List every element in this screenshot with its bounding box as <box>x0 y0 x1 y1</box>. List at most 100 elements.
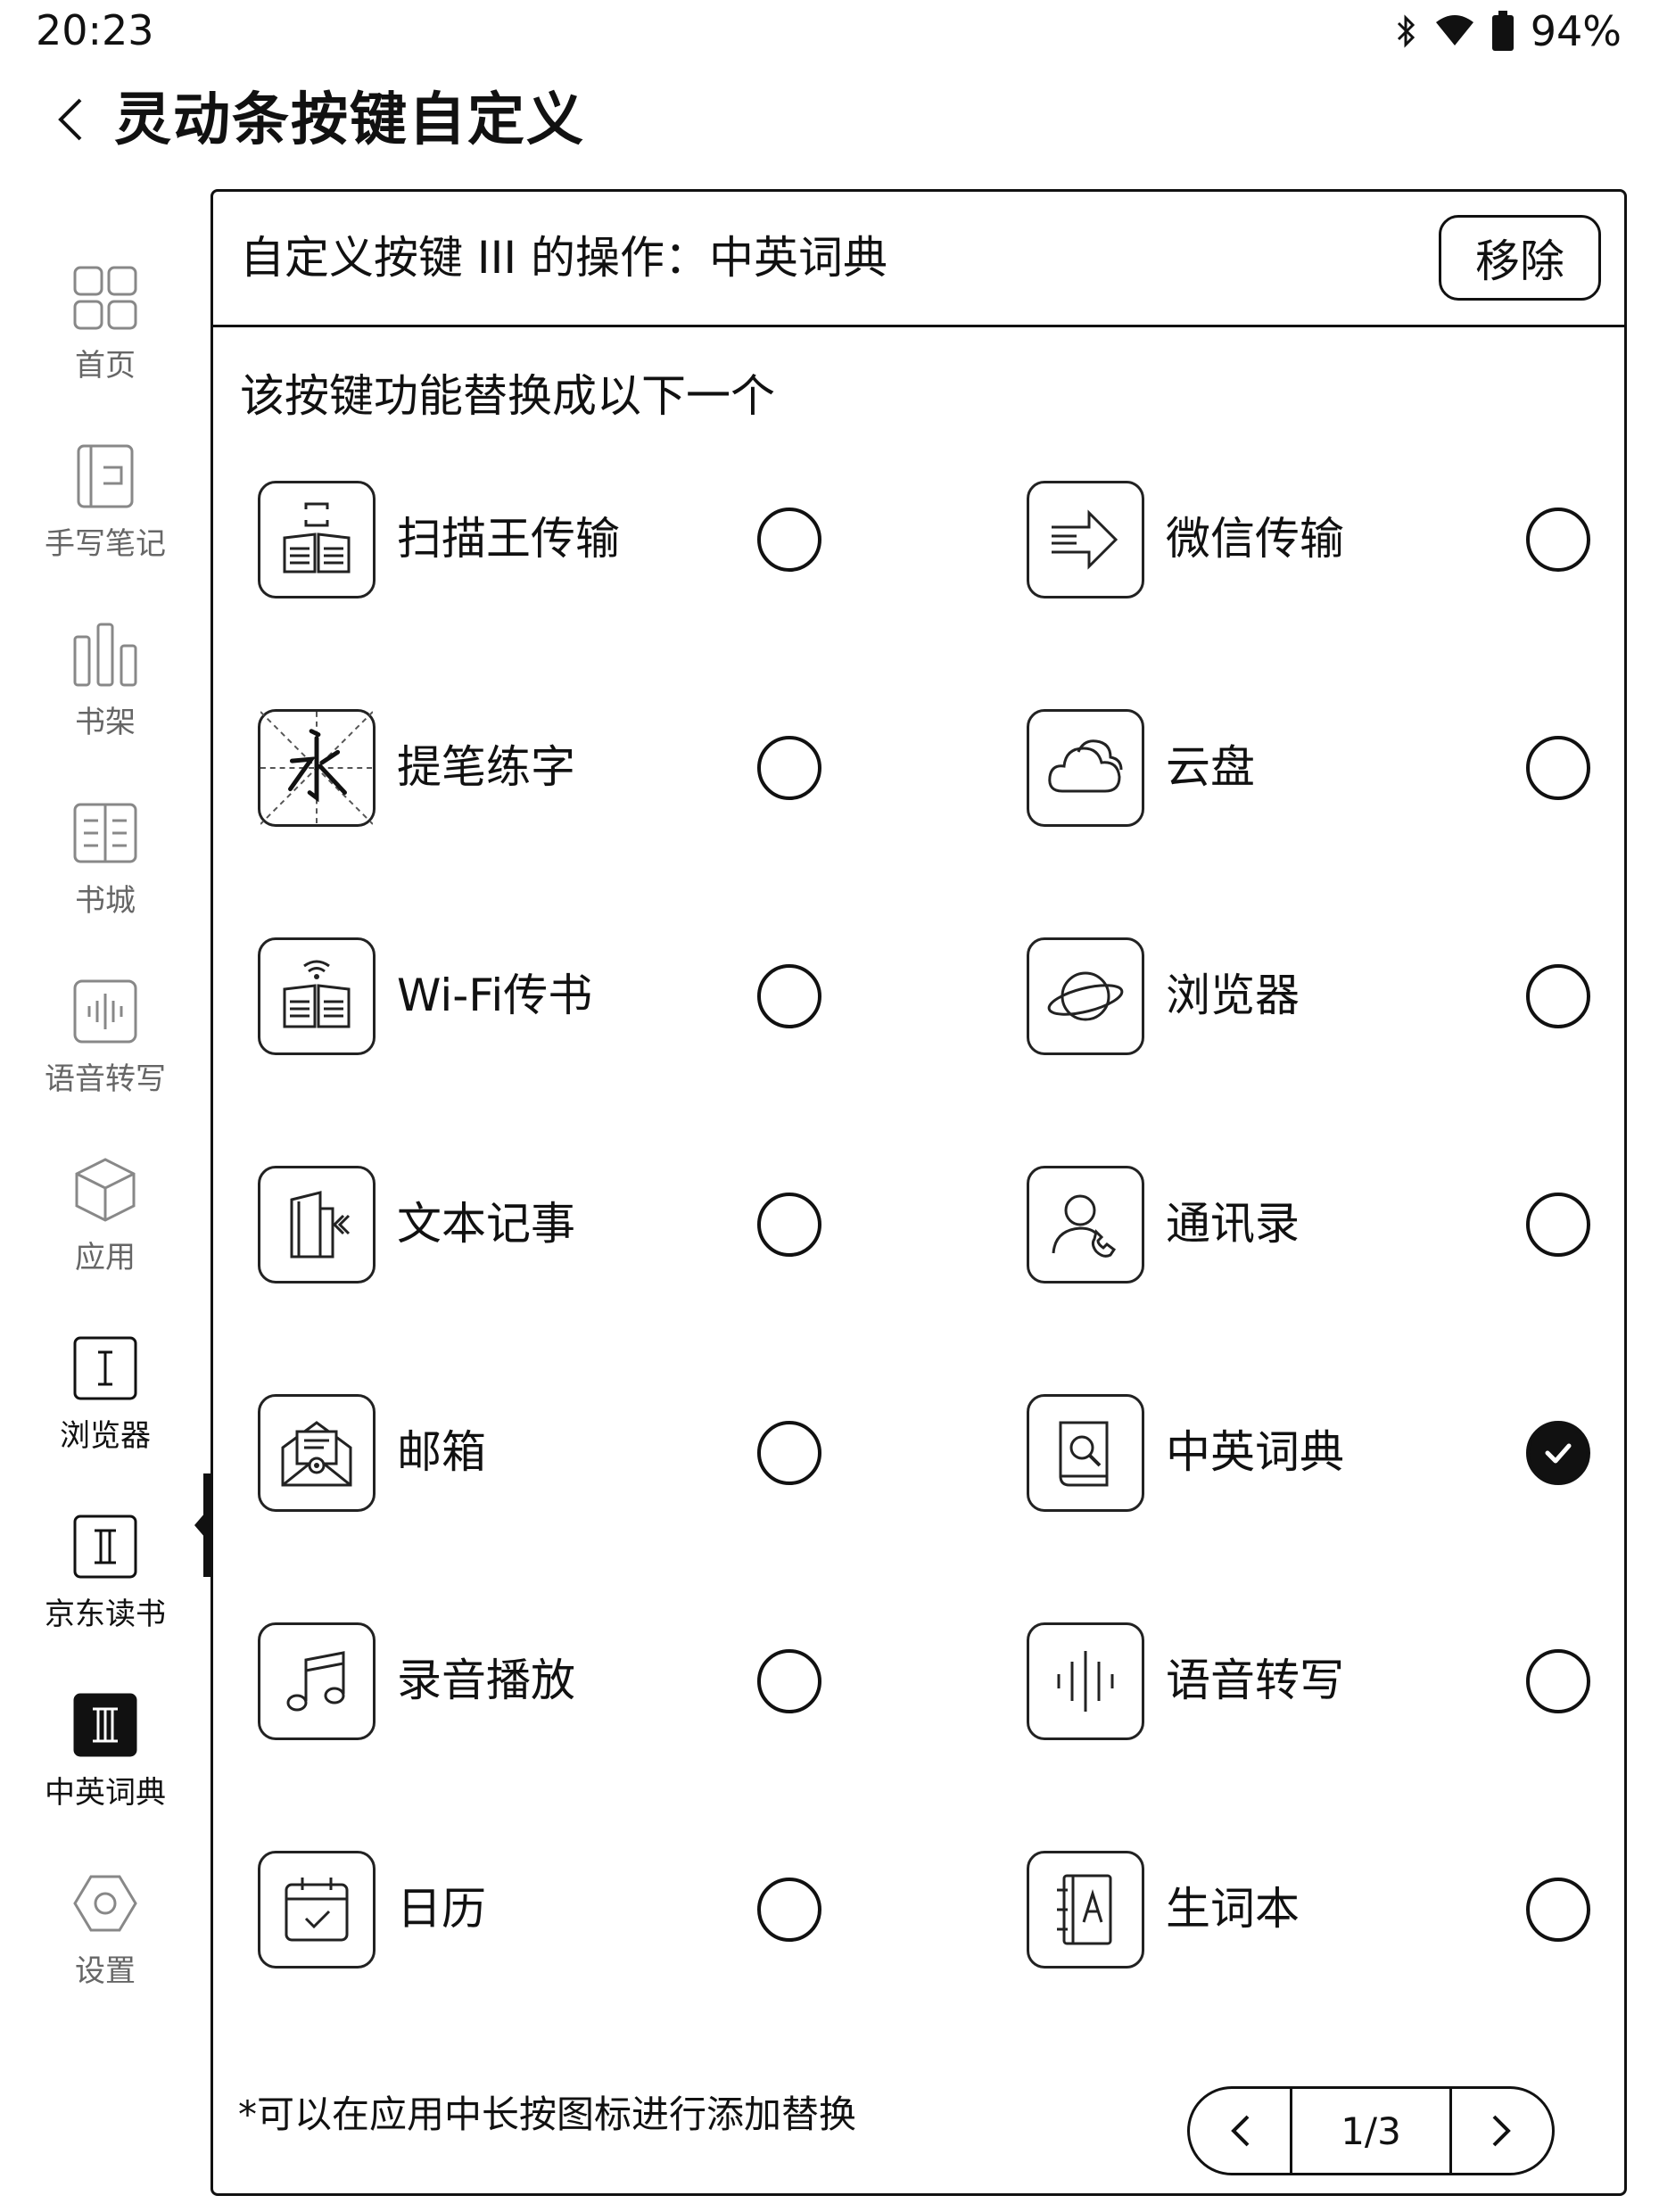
back-button[interactable] <box>39 87 103 152</box>
next-page-button[interactable] <box>1452 2089 1552 2173</box>
panel-header: 自定义按键 III 的操作：中英词典 移除 <box>213 192 1624 327</box>
option-vocab-book[interactable]: 生词本 <box>1027 1851 1651 1976</box>
sidebar-item-label: 京东读书 <box>45 1597 166 1632</box>
sidebar-item-home[interactable]: 首页 <box>0 241 210 392</box>
sidebar-item-bookstore[interactable]: 书城 <box>0 776 210 928</box>
options-panel: 自定义按键 III 的操作：中英词典 移除 该按键功能替换成以下一个 扫描王传输 <box>210 189 1627 2196</box>
option-radio-selected[interactable] <box>1526 1421 1590 1485</box>
panel-subtitle: 该按键功能替换成以下一个 <box>240 370 775 422</box>
voice-wave-icon <box>73 979 137 1044</box>
grid-icon <box>73 266 137 330</box>
hexagon-settings-icon <box>73 1875 137 1932</box>
option-label: 扫描王传输 <box>397 513 620 565</box>
roman-two-icon <box>73 1515 137 1579</box>
option-label: 中英词典 <box>1166 1426 1344 1478</box>
chevron-right-icon <box>1492 2115 1511 2147</box>
remove-button[interactable]: 移除 <box>1439 215 1601 301</box>
bookshelf-icon <box>73 623 137 687</box>
option-contacts[interactable]: 通讯录 <box>1027 1166 1651 1291</box>
battery-percent: 94% <box>1530 7 1622 55</box>
option-radio[interactable] <box>1526 736 1590 800</box>
sidebar-item-label: 语音转写 <box>45 1061 166 1097</box>
sidebar-item-label: 浏览器 <box>60 1418 151 1454</box>
wifi-books-icon <box>283 960 351 1028</box>
option-label: 通讯录 <box>1166 1198 1300 1250</box>
status-bar: 20:23 94% <box>0 0 1659 62</box>
option-radio[interactable] <box>757 1421 821 1485</box>
option-browser[interactable]: 浏览器 <box>1027 937 1651 1062</box>
page-indicator: 1/3 <box>1290 2089 1452 2173</box>
calligraphy-icon <box>260 711 373 825</box>
sidebar-item-label: 首页 <box>75 348 136 384</box>
voice-wave-icon <box>1057 1651 1114 1712</box>
option-dictionary[interactable]: 中英词典 <box>1027 1394 1651 1519</box>
mail-icon <box>281 1421 352 1487</box>
sidebar-item-settings[interactable]: 设置 <box>0 1846 210 1998</box>
prev-page-button[interactable] <box>1190 2089 1290 2173</box>
arrow-transfer-icon <box>1052 509 1118 570</box>
checkmark-icon <box>1545 1443 1572 1464</box>
option-radio[interactable] <box>757 964 821 1028</box>
notebook-icon <box>77 444 134 508</box>
sidebar-item-label: 书架 <box>75 705 136 740</box>
option-wifi-books[interactable]: Wi-Fi传书 <box>258 937 882 1062</box>
option-mail[interactable]: 邮箱 <box>258 1394 882 1519</box>
battery-icon <box>1491 11 1515 52</box>
calendar-icon <box>285 1878 349 1942</box>
sidebar-item-dictionary[interactable]: 中英词典 <box>0 1668 210 1820</box>
option-radio[interactable] <box>757 736 821 800</box>
sidebar-item-bookshelf[interactable]: 书架 <box>0 598 210 749</box>
sidebar-item-jd-reading[interactable]: 京东读书 <box>0 1490 210 1641</box>
bluetooth-icon <box>1395 13 1418 49</box>
option-calendar[interactable]: 日历 <box>258 1851 882 1976</box>
option-radio[interactable] <box>757 1193 821 1257</box>
sidebar-item-label: 设置 <box>75 1953 136 1989</box>
option-text-note[interactable]: 文本记事 <box>258 1166 882 1291</box>
option-label: 邮箱 <box>397 1426 486 1478</box>
option-radio[interactable] <box>757 1649 821 1713</box>
option-calligraphy[interactable]: 提笔练字 <box>258 709 882 834</box>
sidebar-item-label: 书城 <box>75 883 136 919</box>
wifi-icon <box>1434 13 1475 49</box>
cube-icon <box>75 1158 136 1222</box>
chevron-left-icon <box>58 98 82 141</box>
option-radio[interactable] <box>1526 1193 1590 1257</box>
option-label: Wi-Fi传书 <box>397 970 593 1021</box>
cloud-icon <box>1048 739 1123 793</box>
option-wechat-transfer[interactable]: 微信传输 <box>1027 481 1651 606</box>
option-radio[interactable] <box>1526 1878 1590 1942</box>
pagination: 1/3 <box>1187 2086 1555 2175</box>
roman-one-icon <box>73 1336 137 1400</box>
sidebar-item-apps[interactable]: 应用 <box>0 1133 210 1284</box>
option-voice-transcribe[interactable]: 语音转写 <box>1027 1622 1651 1747</box>
status-time: 20:23 <box>36 6 154 54</box>
option-radio[interactable] <box>1526 964 1590 1028</box>
roman-three-icon <box>73 1693 137 1757</box>
planet-icon <box>1047 971 1124 1021</box>
option-cloud[interactable]: 云盘 <box>1027 709 1651 834</box>
option-label: 提笔练字 <box>397 741 575 793</box>
dictionary-icon <box>1059 1421 1109 1487</box>
contacts-icon <box>1052 1194 1117 1258</box>
option-label: 日历 <box>397 1883 486 1935</box>
bookstore-icon <box>73 803 137 863</box>
sidebar-item-voice[interactable]: 语音转写 <box>0 954 210 1106</box>
text-note-icon <box>290 1191 351 1259</box>
sidebar-item-label: 中英词典 <box>45 1775 166 1811</box>
option-radio[interactable] <box>757 1878 821 1942</box>
sidebar-active-marker <box>203 1473 210 1577</box>
option-radio[interactable] <box>757 508 821 572</box>
option-recording-playback[interactable]: 录音播放 <box>258 1622 882 1747</box>
option-label: 云盘 <box>1166 741 1255 793</box>
option-radio[interactable] <box>1526 1649 1590 1713</box>
page-title: 灵动条按键自定义 <box>114 87 585 153</box>
sidebar-item-label: 手写笔记 <box>45 526 166 562</box>
music-note-icon <box>286 1651 345 1712</box>
option-radio[interactable] <box>1526 508 1590 572</box>
option-scan-transfer[interactable]: 扫描王传输 <box>258 481 882 606</box>
vocab-book-icon <box>1057 1874 1112 1945</box>
chevron-left-icon <box>1231 2115 1250 2147</box>
sidebar-item-browser[interactable]: 浏览器 <box>0 1311 210 1463</box>
option-label: 生词本 <box>1166 1883 1300 1935</box>
sidebar-item-notes[interactable]: 手写笔记 <box>0 419 210 571</box>
